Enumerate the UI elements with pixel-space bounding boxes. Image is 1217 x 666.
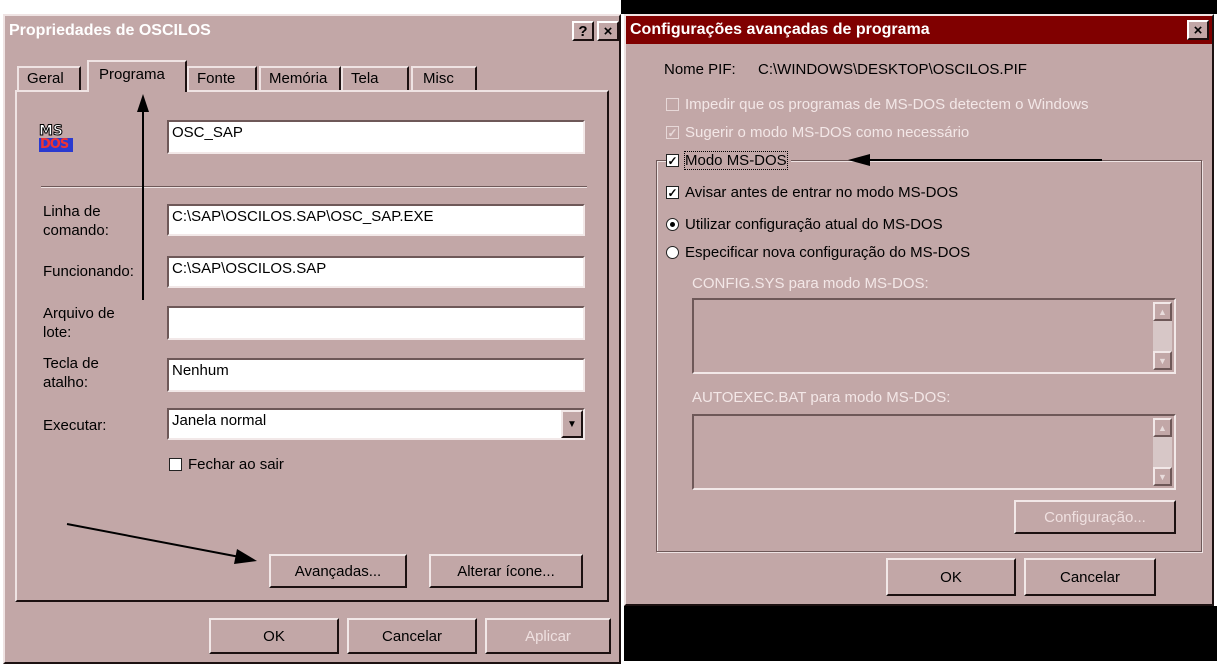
scroll-down-icon[interactable]: ▼ <box>1153 351 1172 370</box>
config-sys-label: CONFIG.SYS para modo MS-DOS: <box>692 275 929 292</box>
autoexec-scrollbar[interactable]: ▲ ▼ <box>1153 418 1172 486</box>
ok-button[interactable]: OK <box>886 558 1016 596</box>
top-background <box>621 0 1217 14</box>
autoexec-textarea[interactable]: ▲ ▼ <box>692 414 1176 490</box>
ok-button[interactable]: OK <box>209 618 339 654</box>
autoexec-label: AUTOEXEC.BAT para modo MS-DOS: <box>692 389 951 406</box>
apply-button[interactable]: Aplicar <box>485 618 611 654</box>
config-sys-scrollbar[interactable]: ▲ ▼ <box>1153 302 1172 370</box>
specify-new-radio[interactable]: Especificar nova configuração do MS-DOS <box>666 244 970 261</box>
radio-selected-icon <box>666 218 679 231</box>
use-current-radio[interactable]: Utilizar configuração atual do MS-DOS <box>666 216 943 233</box>
arrow-left-head <box>848 154 870 166</box>
configuration-button[interactable]: Configuração... <box>1014 500 1176 534</box>
right-background <box>624 606 1217 661</box>
cancel-button[interactable]: Cancelar <box>1024 558 1156 596</box>
tab-programa[interactable]: Programa <box>87 60 187 92</box>
cancel-button[interactable]: Cancelar <box>347 618 477 654</box>
use-current-label: Utilizar configuração atual do MS-DOS <box>685 216 943 233</box>
specify-new-label: Especificar nova configuração do MS-DOS <box>685 244 971 261</box>
arrow-right-head <box>234 549 257 564</box>
annotation-arrow <box>848 154 1102 166</box>
arrow-up-head <box>137 94 149 112</box>
radio-empty-icon <box>666 246 679 259</box>
scroll-up-icon[interactable]: ▲ <box>1153 418 1172 437</box>
config-sys-textarea[interactable]: ▲ ▼ <box>692 298 1176 374</box>
scroll-up-icon[interactable]: ▲ <box>1153 302 1172 321</box>
advanced-settings-dialog: Configurações avançadas de programa × No… <box>624 14 1214 606</box>
properties-dialog: Propriedades de OSCILOS ? × Geral Progra… <box>3 14 621 664</box>
tab-programa-label: Programa <box>99 66 165 83</box>
scroll-down-icon[interactable]: ▼ <box>1153 467 1172 486</box>
advanced-button[interactable]: Avançadas... <box>269 554 407 588</box>
change-icon-button[interactable]: Alterar ícone... <box>429 554 583 588</box>
arrow-right-line <box>66 523 246 559</box>
